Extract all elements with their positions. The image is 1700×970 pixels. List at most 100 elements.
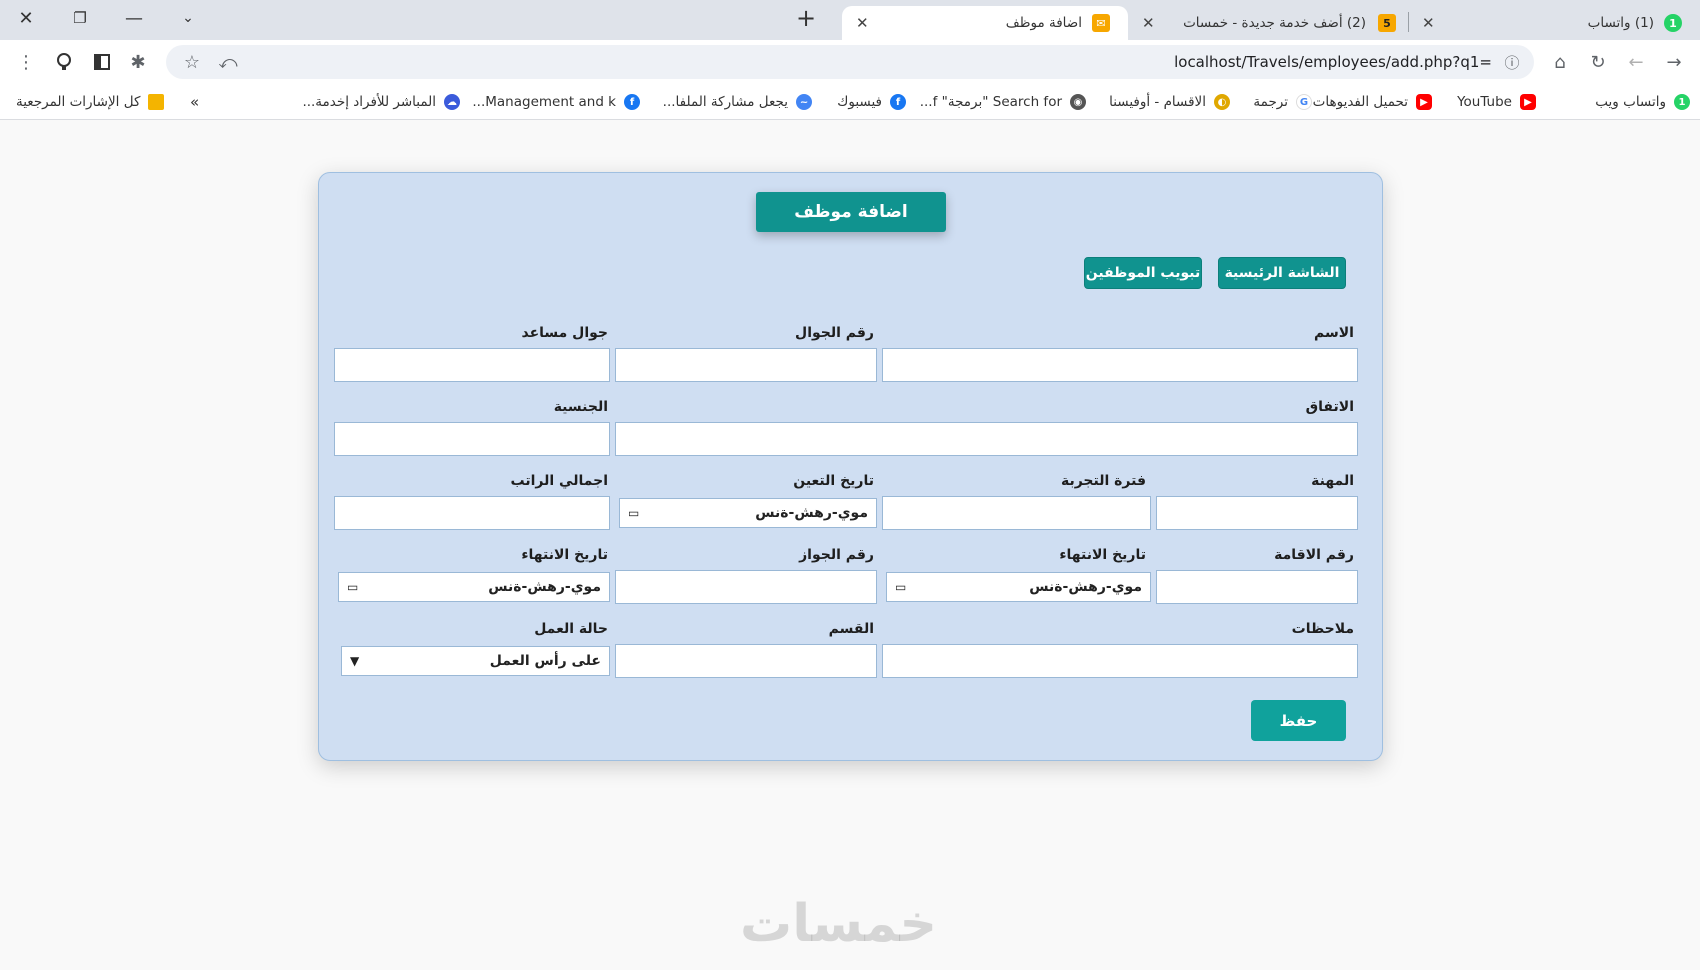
work-status-label: حالة العمل — [534, 621, 608, 637]
google-icon: G — [1296, 94, 1312, 110]
passport-expiry-field[interactable]: موي-رهش-ةنس ▭ — [338, 572, 610, 602]
bookmark-star-icon[interactable]: ☆ — [178, 48, 206, 76]
bookmark-item[interactable]: ◉ Search for "برمجة" f... — [920, 90, 1086, 114]
bookmark-label: الاقسام - أوفيسنا — [1109, 94, 1206, 110]
omnibox[interactable]: ☆ ⤺ ⓘ localhost/Travels/employees/add.ph… — [166, 45, 1534, 79]
menu-icon[interactable]: ⋮ — [12, 48, 40, 76]
bookmark-label: Search for "برمجة" f... — [919, 94, 1062, 110]
notes-field[interactable] — [882, 644, 1358, 678]
tab-separator — [1408, 12, 1409, 32]
bookmark-item[interactable]: 1 واتساب ويب — [1595, 90, 1690, 114]
bookmark-label: كل الإشارات المرجعية — [16, 94, 141, 110]
mobile-label: رقم الجوال — [795, 325, 874, 341]
youtube-icon: ▶ — [1520, 94, 1536, 110]
khamsat-favicon-icon: 5 — [1378, 14, 1396, 32]
all-bookmarks[interactable]: كل الإشارات المرجعية — [16, 90, 165, 114]
tab-title: اضافة موظف — [1005, 15, 1082, 31]
bookmark-item[interactable]: ▶ YouTube — [1457, 90, 1536, 114]
page-icon: ✉ — [1092, 14, 1110, 32]
bookmark-item[interactable]: G ترجمة — [1253, 90, 1312, 114]
home-icon[interactable]: ⌂ — [1546, 48, 1574, 76]
bookmark-item[interactable]: f فيسبوك — [837, 90, 906, 114]
nationality-field[interactable] — [334, 422, 610, 456]
name-field[interactable] — [882, 348, 1358, 382]
bookmarks-bar: 1 واتساب ويب ▶ YouTube ▶ تحميل الفديوهات… — [0, 84, 1700, 120]
date-value: موي-رهش-ةنس — [488, 579, 601, 595]
mobile-field[interactable] — [615, 348, 877, 382]
total-salary-field[interactable] — [334, 496, 610, 530]
bookmark-item[interactable]: ◐ الاقسام - أوفيسنا — [1109, 90, 1230, 114]
agreement-label: الاتفاق — [1305, 399, 1354, 415]
site-info-icon[interactable]: ⓘ — [1498, 48, 1526, 76]
calendar-icon[interactable]: ▭ — [628, 506, 639, 520]
residence-expiry-field[interactable]: موي-رهش-ةنس ▭ — [886, 572, 1151, 602]
tab-search-icon[interactable]: ⌄ — [162, 0, 214, 36]
close-tab-icon[interactable]: ✕ — [1142, 14, 1155, 32]
date-value: موي-رهش-ةنس — [755, 505, 868, 521]
officena-icon: ◐ — [1214, 94, 1230, 110]
bookmark-label: Management and k... — [472, 94, 616, 110]
department-field[interactable] — [615, 644, 877, 678]
residence-no-label: رقم الاقامة — [1274, 547, 1354, 563]
calendar-icon[interactable]: ▭ — [895, 580, 906, 594]
passport-expiry-label: تاريخ الانتهاء — [521, 547, 608, 563]
reload-icon[interactable]: ↻ — [1584, 48, 1612, 76]
employees-tab-button[interactable]: تبويب الموظفين — [1084, 257, 1202, 289]
home-screen-button[interactable]: الشاشة الرئيسية — [1218, 257, 1346, 289]
page-title: اضافة موظف — [756, 192, 946, 232]
bookmark-label: يجعل مشاركة الملفا... — [662, 94, 788, 110]
bookmark-label: YouTube — [1457, 94, 1512, 110]
profession-field[interactable] — [1156, 496, 1358, 530]
tab-strip: ✕ ❐ — ⌄ + ✉ اضافة موظف ✕ 5 (2) أضف خدمة … — [0, 0, 1700, 40]
bookmark-label: واتساب ويب — [1595, 94, 1666, 110]
close-tab-icon[interactable]: ✕ — [856, 14, 869, 32]
department-label: القسم — [828, 621, 874, 637]
sidebar-icon[interactable] — [88, 48, 116, 76]
add-employee-form: اضافة موظف الشاشة الرئيسية تبويب الموظفي… — [318, 172, 1383, 761]
passport-no-field[interactable] — [615, 570, 877, 604]
extensions-icon[interactable]: ✱ — [124, 48, 152, 76]
browser-toolbar: ⋮ ✱ ☆ ⤺ ⓘ localhost/Travels/employees/ad… — [0, 40, 1700, 84]
tab-title: (1) واتساب — [1587, 15, 1654, 31]
nationality-label: الجنسية — [553, 399, 608, 415]
bookmark-item[interactable]: ~ يجعل مشاركة الملفا... — [663, 90, 812, 114]
restore-window-icon[interactable]: ❐ — [54, 0, 106, 36]
hire-date-label: تاريخ التعين — [793, 473, 874, 489]
back-icon[interactable]: → — [1660, 48, 1688, 76]
whatsapp-icon: 1 — [1674, 94, 1690, 110]
work-status-select[interactable]: على رأس العمل ▼ — [341, 646, 610, 676]
minimize-window-icon[interactable]: — — [108, 0, 160, 36]
notes-label: ملاحظات — [1291, 621, 1354, 637]
bookmark-item[interactable]: f Management and k... — [472, 90, 640, 114]
wetransfer-icon: ~ — [796, 94, 812, 110]
forward-icon[interactable]: ← — [1622, 48, 1650, 76]
tab-khamsat[interactable]: 5 (2) أضف خدمة جديدة - خمسات ✕ — [1130, 6, 1406, 40]
facebook-icon: f — [624, 94, 640, 110]
whatsapp-icon: 1 — [1664, 14, 1682, 32]
khamsat-watermark: خمسات — [740, 894, 938, 954]
tab-whatsapp[interactable]: 1 (1) واتساب ✕ — [1414, 6, 1694, 40]
residence-no-field[interactable] — [1156, 570, 1358, 604]
agreement-field[interactable] — [615, 422, 1358, 456]
calendar-icon[interactable]: ▭ — [347, 580, 358, 594]
url-text[interactable]: localhost/Travels/employees/add.php?q1= — [1174, 53, 1492, 71]
tab-title: (2) أضف خدمة جديدة - خمسات — [1183, 15, 1366, 31]
bookmark-item[interactable]: ▶ تحميل الفديوهات — [1313, 90, 1432, 114]
trial-period-field[interactable] — [882, 496, 1151, 530]
tab-add-employee[interactable]: ✉ اضافة موظف ✕ — [842, 6, 1128, 40]
close-tab-icon[interactable]: ✕ — [1422, 14, 1435, 32]
new-tab-icon[interactable]: + — [780, 0, 832, 36]
share-icon[interactable]: ⤺ — [214, 48, 242, 76]
date-value: موي-رهش-ةنس — [1029, 579, 1142, 595]
bookmark-item[interactable]: ☁ المباشر للأفراد إخدمة... — [302, 90, 460, 114]
close-window-icon[interactable]: ✕ — [0, 0, 52, 36]
lens-icon[interactable] — [50, 48, 78, 76]
globe-icon: ◉ — [1070, 94, 1086, 110]
alt-mobile-field[interactable] — [334, 348, 610, 382]
more-bookmarks-icon[interactable]: » — [190, 90, 199, 114]
facebook-icon: f — [890, 94, 906, 110]
bookmark-label: تحميل الفديوهات — [1312, 94, 1408, 110]
bookmark-label: المباشر للأفراد إخدمة... — [302, 94, 436, 110]
hire-date-field[interactable]: موي-رهش-ةنس ▭ — [619, 498, 877, 528]
save-button[interactable]: حفظ — [1251, 700, 1346, 741]
